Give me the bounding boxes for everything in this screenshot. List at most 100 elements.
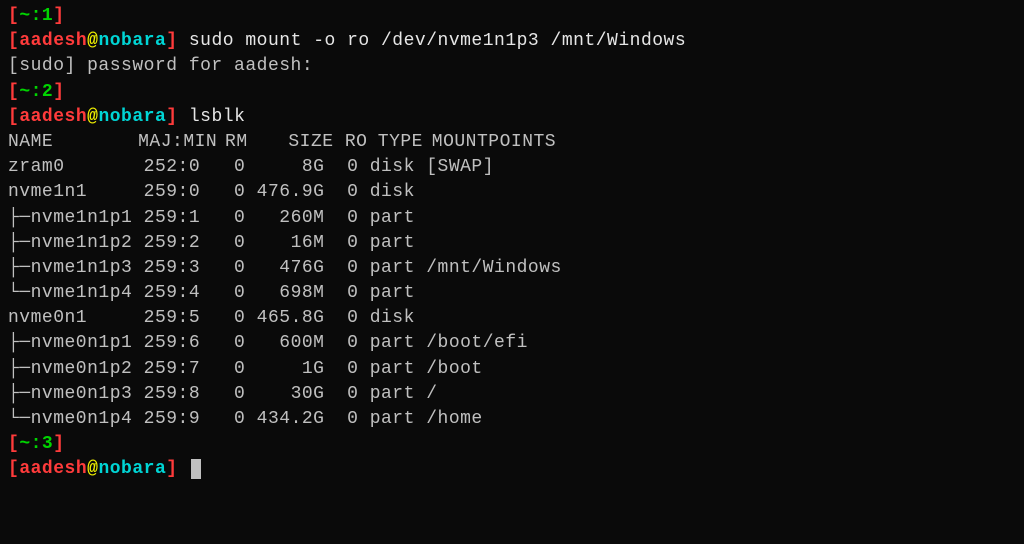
lsblk-rm: 0 bbox=[211, 283, 245, 303]
lsblk-name: nvme1n1 bbox=[8, 182, 132, 202]
lsblk-name: zram0 bbox=[8, 157, 132, 177]
lsblk-rm: 0 bbox=[211, 182, 245, 202]
lsblk-name: ├─nvme1n1p2 bbox=[8, 233, 132, 253]
prompt-user-3: aadesh bbox=[19, 459, 87, 479]
lsblk-header-majmin: MAJ:MIN bbox=[138, 130, 214, 155]
lsblk-majmin: 259:2 bbox=[144, 233, 212, 253]
lsblk-mount: / bbox=[426, 384, 437, 404]
lsblk-name: ├─nvme1n1p3 bbox=[8, 258, 132, 278]
lsblk-header-ro: RO bbox=[345, 130, 367, 155]
lsblk-mount: /boot/efi bbox=[426, 333, 528, 353]
lsblk-rm: 0 bbox=[211, 157, 245, 177]
lsblk-type: part bbox=[370, 333, 427, 353]
lsblk-name: ├─nvme0n1p2 bbox=[8, 359, 132, 379]
lsblk-size: 698M bbox=[245, 283, 324, 303]
lsblk-header-size: SIZE bbox=[258, 130, 334, 155]
command-2: lsblk bbox=[189, 107, 246, 127]
prompt-host-3: nobara bbox=[98, 459, 166, 479]
lsblk-row: ├─nvme1n1p3 259:3 0 476G 0 part /mnt/Win… bbox=[8, 256, 1016, 281]
lsblk-rm: 0 bbox=[211, 384, 245, 404]
lsblk-ro: 0 bbox=[324, 208, 358, 228]
lsblk-header: NAME MAJ:MIN RM SIZE RO TYPEMOUNTPOINTS bbox=[8, 130, 1016, 155]
prompt-user-1: aadesh bbox=[19, 31, 87, 51]
lsblk-ro: 0 bbox=[324, 308, 358, 328]
lsblk-rm: 0 bbox=[211, 233, 245, 253]
lsblk-ro: 0 bbox=[324, 283, 358, 303]
lsblk-rows: zram0 252:0 0 8G 0 disk [SWAP]nvme1n1 25… bbox=[8, 155, 1016, 432]
lsblk-row: ├─nvme1n1p1 259:1 0 260M 0 part bbox=[8, 206, 1016, 231]
lsblk-ro: 0 bbox=[324, 409, 358, 429]
lsblk-size: 465.8G bbox=[245, 308, 324, 328]
prompt-host-2: nobara bbox=[98, 107, 166, 127]
lsblk-name: ├─nvme0n1p3 bbox=[8, 384, 132, 404]
lsblk-size: 16M bbox=[245, 233, 324, 253]
lsblk-ro: 0 bbox=[324, 157, 358, 177]
lsblk-name: ├─nvme1n1p1 bbox=[8, 208, 132, 228]
sudo-password-prompt: [sudo] password for aadesh: bbox=[8, 54, 1016, 79]
lsblk-row: ├─nvme0n1p2 259:7 0 1G 0 part /boot bbox=[8, 357, 1016, 382]
prompt-line-3[interactable]: [aadesh@nobara] bbox=[8, 457, 1016, 482]
lsblk-type: part bbox=[370, 258, 427, 278]
lsblk-name: ├─nvme0n1p1 bbox=[8, 333, 132, 353]
lsblk-mount: /boot bbox=[426, 359, 483, 379]
lsblk-type: part bbox=[370, 283, 427, 303]
lsblk-header-rm: RM bbox=[225, 130, 247, 155]
prompt-host-1: nobara bbox=[98, 31, 166, 51]
cmdnum-1: ~:1 bbox=[19, 6, 53, 26]
lsblk-rm: 0 bbox=[211, 308, 245, 328]
cmdnum-2: ~:2 bbox=[19, 82, 53, 102]
lsblk-majmin: 259:6 bbox=[144, 333, 212, 353]
lsblk-row: zram0 252:0 0 8G 0 disk [SWAP] bbox=[8, 155, 1016, 180]
lsblk-majmin: 259:8 bbox=[144, 384, 212, 404]
lsblk-row: nvme1n1 259:0 0 476.9G 0 disk bbox=[8, 180, 1016, 205]
lsblk-type: part bbox=[370, 359, 427, 379]
lsblk-size: 476.9G bbox=[245, 182, 324, 202]
lsblk-rm: 0 bbox=[211, 258, 245, 278]
lsblk-type: part bbox=[370, 233, 427, 253]
lsblk-row: ├─nvme0n1p1 259:6 0 600M 0 part /boot/ef… bbox=[8, 331, 1016, 356]
lsblk-ro: 0 bbox=[324, 233, 358, 253]
lsblk-ro: 0 bbox=[324, 384, 358, 404]
lsblk-row: ├─nvme1n1p2 259:2 0 16M 0 part bbox=[8, 231, 1016, 256]
lsblk-rm: 0 bbox=[211, 208, 245, 228]
lsblk-row: nvme0n1 259:5 0 465.8G 0 disk bbox=[8, 306, 1016, 331]
lsblk-row: └─nvme1n1p4 259:4 0 698M 0 part bbox=[8, 281, 1016, 306]
lsblk-size: 1G bbox=[245, 359, 324, 379]
cmdnum-3: ~:3 bbox=[19, 434, 53, 454]
lsblk-majmin: 259:3 bbox=[144, 258, 212, 278]
lsblk-name: nvme0n1 bbox=[8, 308, 132, 328]
prompt-line-2[interactable]: [aadesh@nobara] lsblk bbox=[8, 105, 1016, 130]
lsblk-mount: /mnt/Windows bbox=[426, 258, 562, 278]
lsblk-majmin: 259:7 bbox=[144, 359, 212, 379]
command-1: sudo mount -o ro /dev/nvme1n1p3 /mnt/Win… bbox=[189, 31, 686, 51]
prompt-line-1[interactable]: [aadesh@nobara] sudo mount -o ro /dev/nv… bbox=[8, 29, 1016, 54]
lsblk-name: └─nvme0n1p4 bbox=[8, 409, 132, 429]
cmdnum-line-3: [~:3] bbox=[8, 432, 1016, 457]
lsblk-ro: 0 bbox=[324, 359, 358, 379]
lsblk-size: 30G bbox=[245, 384, 324, 404]
lsblk-size: 476G bbox=[245, 258, 324, 278]
lsblk-type: part bbox=[370, 208, 427, 228]
lsblk-rm: 0 bbox=[211, 359, 245, 379]
lsblk-ro: 0 bbox=[324, 333, 358, 353]
cmdnum-line-1: [~:1] bbox=[8, 4, 1016, 29]
lsblk-mount: /home bbox=[426, 409, 483, 429]
lsblk-ro: 0 bbox=[324, 182, 358, 202]
lsblk-mount: [SWAP] bbox=[426, 157, 494, 177]
lsblk-rm: 0 bbox=[211, 333, 245, 353]
lsblk-header-name: NAME bbox=[8, 130, 127, 155]
lsblk-rm: 0 bbox=[211, 409, 245, 429]
lsblk-type: disk bbox=[370, 157, 427, 177]
lsblk-size: 600M bbox=[245, 333, 324, 353]
lsblk-type: part bbox=[370, 384, 427, 404]
lsblk-type: disk bbox=[370, 308, 427, 328]
prompt-user-2: aadesh bbox=[19, 107, 87, 127]
cursor[interactable] bbox=[191, 459, 201, 479]
lsblk-majmin: 259:4 bbox=[144, 283, 212, 303]
lsblk-header-type: TYPE bbox=[378, 130, 432, 155]
lsblk-type: disk bbox=[370, 182, 427, 202]
lsblk-ro: 0 bbox=[324, 258, 358, 278]
lsblk-row: └─nvme0n1p4 259:9 0 434.2G 0 part /home bbox=[8, 407, 1016, 432]
lsblk-type: part bbox=[370, 409, 427, 429]
lsblk-size: 8G bbox=[245, 157, 324, 177]
